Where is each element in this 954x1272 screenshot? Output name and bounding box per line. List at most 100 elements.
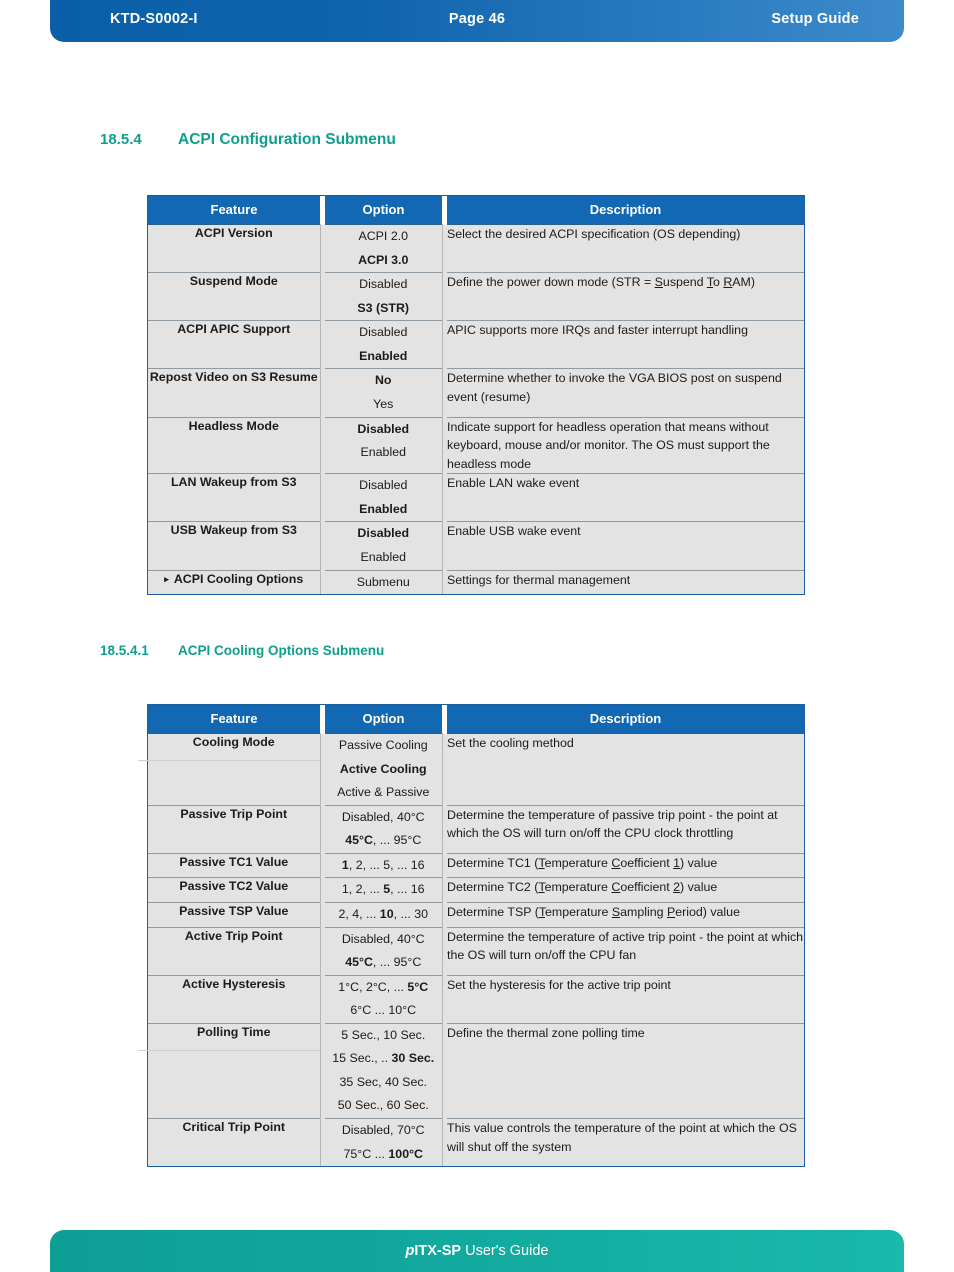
table-header-row: Feature Option Description — [148, 196, 804, 225]
option-line: ACPI 3.0 — [358, 252, 409, 267]
acpi-configuration-table: Feature Option Description ACPI Version A… — [147, 195, 805, 596]
table-row: Repost Video on S3 Resume No Yes Determine … — [148, 368, 804, 417]
table-row: Active Trip Point Disabled, 40°C 45°C, ...… — [148, 926, 804, 976]
cell-option: Disabled, 40°C 45°C, ... 95°C — [325, 926, 443, 976]
column-header-description: Description — [447, 705, 804, 734]
section-heading-18-5-4: 18.5.4 ACPI Configuration Submenu — [100, 131, 396, 149]
option-line: Active & Passive — [337, 785, 430, 800]
cell-feature: Active Trip Point — [148, 926, 321, 976]
cell-description: Set the hysteresis for the active trip p… — [447, 974, 804, 1024]
acpi-cooling-options-table: Feature Option Description Cooling Mode P… — [138, 704, 805, 1168]
cell-feature: Passive Trip Point — [148, 804, 321, 854]
acpi-configuration-table-body: ACPI Version ACPI 2.0 ACPI 3.0 Select the d… — [148, 223, 804, 595]
table-row: Passive Trip Point Disabled, 40°C 45°C, ..… — [148, 804, 804, 854]
cell-option: Disabled Enabled — [325, 473, 443, 522]
feature-divider — [138, 759, 330, 761]
cell-description: Indicate support for headless operation … — [447, 416, 804, 474]
cell-feature: Suspend Mode — [148, 272, 321, 321]
option-line: Disabled — [359, 478, 408, 493]
option-line: Disabled — [359, 325, 408, 340]
option-line: Active Cooling — [339, 761, 427, 776]
cell-feature: Repost Video on S3 Resume — [148, 368, 321, 417]
cell-description: Select the desired ACPI specification (O… — [447, 223, 804, 273]
cell-description: Enable LAN wake event — [447, 473, 804, 522]
option-line: Passive Cooling — [338, 738, 428, 752]
cell-feature: Headless Mode — [148, 416, 321, 474]
cell-description: Settings for thermal management — [447, 569, 804, 595]
column-header-description: Description — [447, 196, 804, 225]
cell-description: This value controls the temperature of t… — [447, 1118, 804, 1167]
cell-feature: ACPI APIC Support — [148, 320, 321, 369]
table-row: USB Wakeup from S3 Disabled Enabled Enable … — [148, 521, 804, 571]
table-row: Passive TC1 Value 1, 2, ... 5, ... 16 Dete… — [148, 852, 804, 878]
cell-option: 1, 2, ... 5, ... 16 — [325, 852, 443, 878]
option-line: 2, 4, ... 10, ... 30 — [338, 906, 429, 921]
cell-option: 2, 4, ... 10, ... 30 — [325, 901, 443, 927]
option-line: Disabled — [359, 277, 408, 292]
option-line: 6°C ... 10°C — [350, 1003, 417, 1018]
option-line: Disabled, 40°C — [341, 931, 425, 946]
option-line: Submenu — [356, 574, 410, 589]
cell-feature: Passive TC2 Value — [148, 877, 321, 903]
cell-feature: Cooling Mode — [138, 733, 330, 806]
cell-description: Determine TC1 (Temperature Coefficient 1… — [447, 852, 804, 878]
cell-option: Disabled Enabled — [325, 416, 443, 474]
table-row: Polling Time 5 Sec., 10 Sec. 15 Sec., .. 3… — [138, 1022, 804, 1119]
option-line: Disabled, 40°C — [341, 809, 425, 824]
acpi-cooling-options-table-body: Cooling Mode Passive Cooling Active Coolin… — [138, 733, 804, 1167]
cell-description: Determine whether to invoke the VGA BIOS… — [447, 368, 804, 417]
option-line: 50 Sec., 60 Sec. — [337, 1098, 429, 1113]
cell-description: Enable USB wake event — [447, 521, 804, 571]
option-line: S3 (STR) — [357, 300, 410, 315]
option-line: ACPI 2.0 — [358, 229, 409, 243]
cell-feature: USB Wakeup from S3 — [148, 521, 321, 571]
column-header-feature: Feature — [148, 196, 320, 225]
cell-feature: Polling Time — [138, 1022, 330, 1119]
page-header-bar: KTD-S0002-I Page 46 Setup Guide — [50, 0, 904, 42]
footer-title: pITX-SP User's Guide — [406, 1243, 549, 1259]
cell-description: Determine the temperature of passive tri… — [447, 804, 804, 854]
table-row: ▸ ACPI Cooling Options Submenu Settings for… — [148, 569, 804, 595]
cell-option: ACPI 2.0 ACPI 3.0 — [325, 223, 443, 273]
cell-option: Passive Cooling Active Cooling Active & Pa… — [325, 733, 443, 806]
option-line: 45°C, ... 95°C — [345, 955, 422, 970]
submenu-arrow-icon: ▸ — [164, 573, 169, 584]
cell-option: No Yes — [325, 368, 443, 417]
column-header-option: Option — [325, 705, 442, 734]
footer-suffix: User's Guide — [461, 1243, 549, 1259]
cell-option: Disabled Enabled — [325, 521, 443, 571]
option-line: Disabled, 70°C — [341, 1123, 425, 1137]
section-number: 18.5.4 — [100, 131, 142, 148]
table-row: Active Hysteresis 1°C, 2°C, ... 5°C 6°C ..… — [148, 974, 804, 1024]
option-line: Disabled — [357, 526, 410, 541]
cell-option: Disabled Enabled — [325, 320, 443, 369]
table-row: ACPI Version ACPI 2.0 ACPI 3.0 Select the d… — [148, 223, 804, 273]
cell-description: Determine TSP (Temperature Sampling Peri… — [447, 901, 804, 927]
cell-description: Define the power down mode (STR = Suspen… — [447, 272, 804, 321]
option-line: Enabled — [359, 501, 408, 516]
table-row: Cooling Mode Passive Cooling Active Coolin… — [138, 733, 804, 806]
option-line: No — [374, 373, 392, 388]
option-line: 1°C, 2°C, ... 5°C — [338, 979, 429, 994]
cell-feature: Passive TSP Value — [148, 901, 321, 927]
table-row: Passive TSP Value 2, 4, ... 10, ... 30 Det… — [148, 901, 804, 927]
cell-feature: ACPI Version — [148, 223, 321, 273]
section-heading-18-5-4-1: 18.5.4.1 ACPI Cooling Options Submenu — [100, 643, 384, 658]
page-footer-bar: pITX-SP User's Guide — [50, 1230, 904, 1272]
cell-feature: Active Hysteresis — [148, 974, 321, 1024]
cell-description: Determine TC2 (Temperature Coefficient 2… — [447, 877, 804, 903]
option-line: 35 Sec, 40 Sec. — [339, 1074, 427, 1089]
cell-feature: LAN Wakeup from S3 — [148, 473, 321, 522]
cell-feature: Critical Trip Point — [148, 1118, 321, 1167]
table-header-row: Feature Option Description — [148, 705, 804, 734]
feature-divider — [138, 1049, 330, 1051]
section-title: ACPI Cooling Options Submenu — [178, 643, 385, 658]
cell-description: Set the cooling method — [447, 733, 804, 806]
column-header-option: Option — [325, 196, 442, 225]
cell-option: Submenu — [325, 569, 443, 595]
table-row: LAN Wakeup from S3 Disabled Enabled Enable … — [148, 473, 804, 522]
cell-option: Disabled, 70°C 75°C ... 100°C — [325, 1118, 443, 1167]
cell-option: 1, 2, ... 5, ... 16 — [325, 877, 443, 903]
cell-option: 1°C, 2°C, ... 5°C 6°C ... 10°C — [325, 974, 443, 1024]
option-line: Enabled — [360, 445, 406, 460]
